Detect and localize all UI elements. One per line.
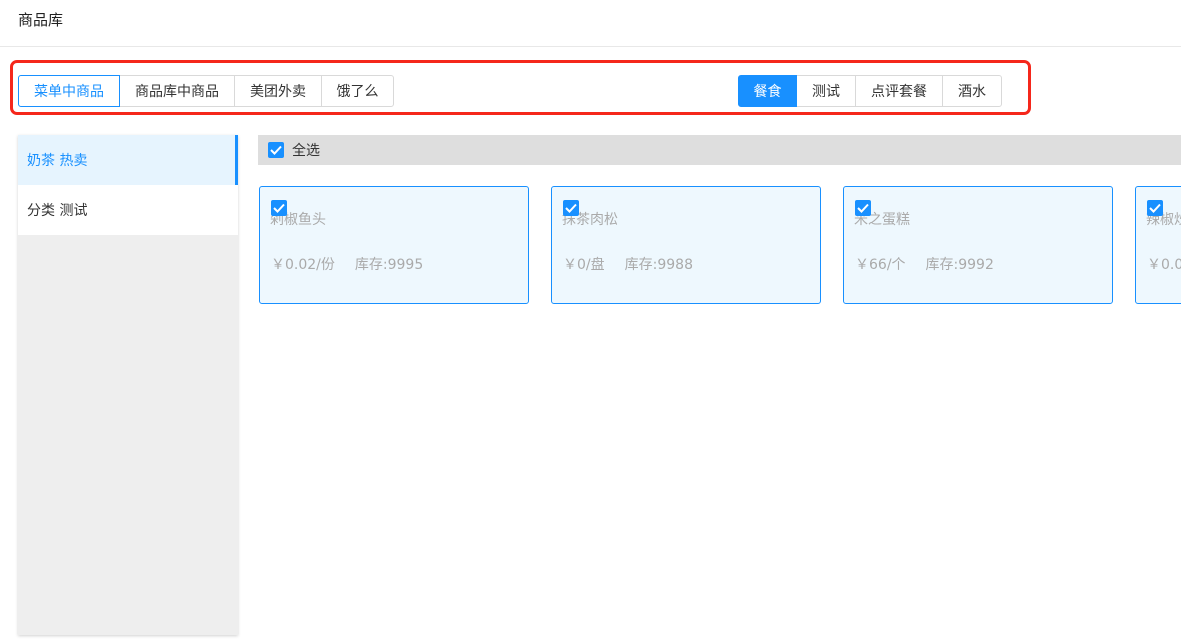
tab-menu-products[interactable]: 菜单中商品: [18, 75, 120, 107]
product-checkbox[interactable]: [1147, 200, 1163, 216]
product-info: ￥0.02/份 库存:9995: [271, 254, 423, 274]
product-price: ￥66/个: [855, 257, 906, 273]
product-stock: 库存:9988: [624, 257, 693, 273]
product-checkbox[interactable]: [271, 200, 287, 216]
product-card[interactable]: 抹茶肉松 ￥0/盘 库存:9988: [551, 186, 821, 304]
checkmark-icon: [565, 203, 577, 213]
checkmark-icon: [273, 203, 285, 213]
product-price: ￥0.02/份: [271, 257, 335, 273]
product-info: ￥66/个 库存:9992: [855, 254, 994, 274]
product-card-list: 剁椒鱼头 ￥0.02/份 库存:9995 抹茶肉松 ￥0/盘 库存:9988 米…: [0, 0, 1181, 639]
product-card[interactable]: 辣椒炒 ￥0.0: [1135, 186, 1181, 304]
tab-category-meal[interactable]: 餐食: [738, 75, 797, 107]
product-stock: 库存:9995: [354, 257, 424, 273]
checkmark-icon: [1149, 203, 1161, 213]
product-checkbox[interactable]: [563, 200, 579, 216]
product-card[interactable]: 剁椒鱼头 ￥0.02/份 库存:9995: [259, 186, 529, 304]
product-library-page: 商品库 菜单中商品 商品库中商品 美团外卖 饿了么 餐食 测试 点评套餐 酒水 …: [0, 0, 1181, 639]
product-info: ￥0.0: [1147, 254, 1181, 274]
product-price: ￥0.0: [1147, 257, 1181, 273]
checkmark-icon: [857, 203, 869, 213]
product-checkbox[interactable]: [855, 200, 871, 216]
product-stock: 库存:9992: [925, 257, 994, 273]
product-info: ￥0/盘 库存:9988: [563, 254, 693, 274]
product-card[interactable]: 米之蛋糕 ￥66/个 库存:9992: [843, 186, 1113, 304]
product-price: ￥0/盘: [563, 257, 605, 273]
